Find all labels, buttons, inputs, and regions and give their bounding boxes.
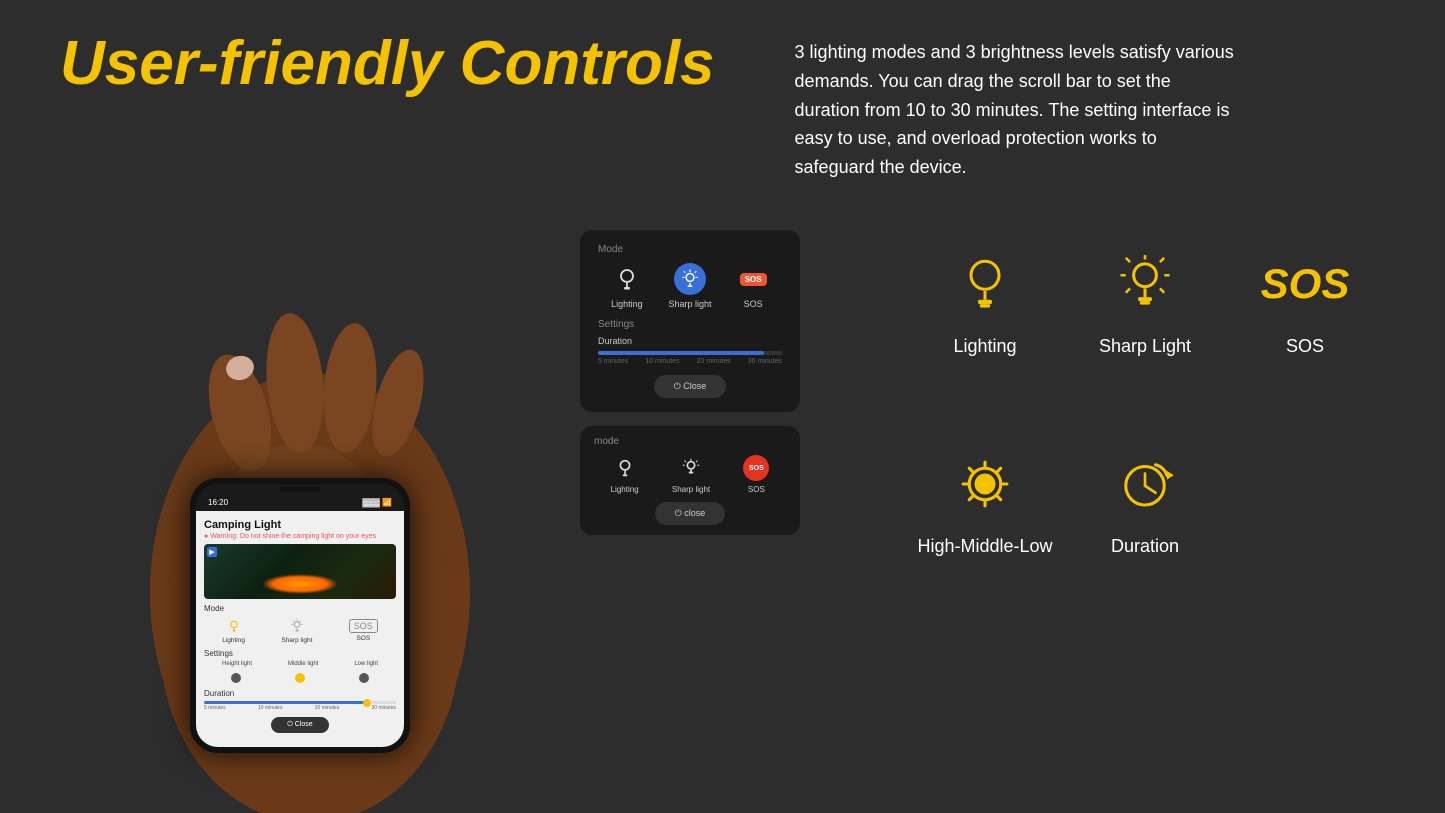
ui-panel-1: Mode Lighting (580, 230, 800, 412)
phone-status-bar: 16:20 ▓▓▓ 📶 (196, 494, 404, 511)
lighting-icon-label: Lighting (953, 336, 1016, 357)
phone-app-content: Camping Light ● Warning: Do not shine th… (196, 511, 404, 747)
brightness-icon-label: High-Middle-Low (917, 536, 1052, 557)
panel1-settings-label: Settings (598, 319, 782, 330)
panel1-duration-label: Duration (598, 336, 782, 346)
panel1-close-button[interactable]: ⏻ Close (654, 375, 727, 398)
panel1-time-labels: 5 minutes 10 minutes 20 minutes 30 minut… (598, 358, 782, 365)
phone-mode-row: Lighting (204, 617, 396, 644)
icon-lighting: Lighting (905, 200, 1065, 400)
phone-close-button[interactable]: ⏻ Close (271, 717, 328, 733)
phone-camp-image: ▶ (204, 544, 396, 599)
panel1-mode-label: Mode (598, 244, 782, 255)
panel2-sharp-mode[interactable]: Sharp light (672, 455, 710, 494)
duration-icon (1105, 444, 1185, 524)
phone-mockup: 16:20 ▓▓▓ 📶 Camping Light ● Warning: Do … (190, 478, 410, 753)
phone-area: 16:20 ▓▓▓ 📶 Camping Light ● Warning: Do … (120, 193, 500, 813)
icon-sharp-light: Sharp Light (1065, 200, 1225, 400)
phone-signal: ▓▓▓ 📶 (362, 498, 392, 507)
panel2-mode-row: Lighting Sharp light (594, 455, 786, 494)
sos-icon-label: SOS (1286, 336, 1324, 357)
sharp-light-icon-label: Sharp Light (1099, 336, 1191, 357)
ui-panel-2: mode Lighting (580, 426, 800, 535)
phone-duration-label: Duration (204, 689, 396, 698)
panel1-sos-mode[interactable]: SOS SOS (737, 263, 769, 309)
panel2-sos-mode[interactable]: SOS SOS (743, 455, 769, 494)
icon-duration: Duration (1065, 400, 1225, 600)
icon-brightness: High-Middle-Low (905, 400, 1065, 600)
sos-icon: SOS (1265, 244, 1345, 324)
phone-settings-label: Settings (204, 649, 396, 658)
panel2-lighting-mode[interactable]: Lighting (611, 455, 639, 494)
main-title: User-friendly Controls (60, 30, 715, 98)
description-text: 3 lighting modes and 3 brightness levels… (795, 30, 1235, 182)
phone-brightness-thumbs (204, 671, 396, 685)
sos-text: SOS (1261, 260, 1350, 308)
icon-sos: SOS SOS (1225, 200, 1385, 400)
phone-brightness-options: Height light Middle light Low light (204, 661, 396, 667)
phone-app-title: Camping Light (204, 519, 396, 531)
phone-mode-sharp[interactable]: Sharp light (281, 617, 312, 644)
panel1-lighting-mode[interactable]: Lighting (611, 263, 643, 309)
panel1-mode-row: Lighting Sharp light (598, 263, 782, 309)
panel2-close-button[interactable]: ⏻ close (655, 502, 726, 525)
panel1-sharp-mode[interactable]: Sharp light (668, 263, 711, 309)
panel2-mode-label: mode (594, 436, 786, 447)
phone-mode-sos[interactable]: SOS SOS (349, 619, 378, 642)
phone-mode-section-label: Mode (204, 604, 396, 613)
phone-time: 16:20 (208, 498, 228, 507)
phone-duration-slider[interactable]: 5 minutes 10 minutes 20 minutes 30 minut… (204, 701, 396, 711)
phone-mode-lighting[interactable]: Lighting (222, 617, 245, 644)
brightness-icon (945, 444, 1025, 524)
sharp-light-icon (1105, 244, 1185, 324)
panel1-duration-slider[interactable] (598, 351, 782, 355)
ui-panels: Mode Lighting (580, 230, 800, 535)
lighting-icon (945, 244, 1025, 324)
header: User-friendly Controls 3 lighting modes … (60, 30, 1385, 182)
phone-warning: ● Warning: Do not shine the camping ligh… (204, 533, 396, 540)
duration-icon-label: Duration (1111, 536, 1179, 557)
icons-section: Lighting Sharp Light SOS (905, 200, 1385, 600)
